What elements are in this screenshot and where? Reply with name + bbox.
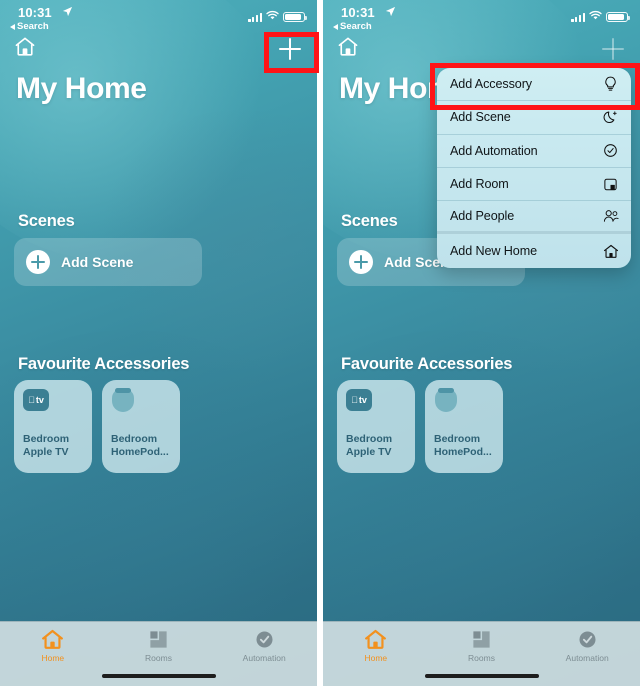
page-title: My Home xyxy=(16,72,147,105)
home-indicator[interactable] xyxy=(101,673,216,678)
scenes-section-title: Scenes xyxy=(18,212,75,230)
scenes-section-title: Scenes xyxy=(341,212,398,230)
add-button[interactable] xyxy=(602,38,624,60)
tab-home-label: Home xyxy=(41,653,65,663)
accessory-name-line2: HomePod... xyxy=(434,446,492,458)
automation-icon xyxy=(256,631,273,648)
tab-bar: Home Rooms Automation xyxy=(0,621,317,686)
home-filled-icon xyxy=(365,629,387,649)
clock-check-icon xyxy=(602,142,619,159)
back-label: Search xyxy=(340,21,372,32)
back-to-search-link[interactable]: Search xyxy=(10,21,49,32)
add-menu-popover: Add Accessory Add Scene Add Automation A… xyxy=(437,68,631,268)
accessory-tile-homepod[interactable]: Bedroom HomePod... xyxy=(102,380,180,473)
nav-bar xyxy=(323,34,640,68)
menu-item-label: Add New Home xyxy=(450,244,537,259)
tab-rooms-label: Rooms xyxy=(468,653,495,663)
apple-tv-icon: tv xyxy=(23,389,49,415)
tab-automation-label: Automation xyxy=(242,653,286,663)
apple-tv-icon: tv xyxy=(346,389,372,415)
phone-screen-left: 10:31 Search My Home Scenes Add Scene Fa… xyxy=(0,0,317,686)
room-square-icon xyxy=(602,176,619,193)
moon-stars-icon xyxy=(602,109,619,126)
accessory-name-line1: Bedroom xyxy=(23,433,70,445)
status-indicators xyxy=(571,8,630,26)
tab-automation-label: Automation xyxy=(565,653,609,663)
accessory-name-line1: Bedroom xyxy=(111,433,158,445)
phone-screen-right: 10:31 Search My Home Scenes Add Scene Fa… xyxy=(323,0,640,686)
status-bar: 10:31 Search xyxy=(0,0,317,34)
people-icon xyxy=(602,208,619,225)
accessory-tile-homepod[interactable]: Bedroom HomePod... xyxy=(425,380,503,473)
add-scene-card[interactable]: Add Scene xyxy=(14,238,202,286)
tab-home[interactable]: Home xyxy=(323,622,429,686)
favourite-accessory-tiles: tv Bedroom Apple TV Bedroom HomePod... xyxy=(14,380,180,473)
home-indicator[interactable] xyxy=(424,673,539,678)
tab-home[interactable]: Home xyxy=(0,622,106,686)
plus-circle-icon xyxy=(26,250,50,274)
add-scene-label: Add Scene xyxy=(61,254,134,270)
lightbulb-icon xyxy=(602,76,619,93)
tab-automation[interactable]: Automation xyxy=(211,622,317,686)
menu-item-label: Add People xyxy=(450,209,515,224)
accessory-name-line2: Apple TV xyxy=(346,446,392,458)
cellular-signal-icon xyxy=(248,12,262,22)
menu-item-label: Add Scene xyxy=(450,110,511,125)
tab-rooms-label: Rooms xyxy=(145,653,172,663)
accessory-tile-apple-tv[interactable]: tv Bedroom Apple TV xyxy=(14,380,92,473)
homepod-icon xyxy=(111,388,137,415)
back-label: Search xyxy=(17,21,49,32)
home-outline-icon xyxy=(602,243,619,260)
accessory-name-line2: Apple TV xyxy=(23,446,69,458)
home-filled-icon xyxy=(42,629,64,649)
menu-item-label: Add Room xyxy=(450,177,509,192)
cellular-signal-icon xyxy=(571,12,585,22)
homepod-icon xyxy=(434,388,460,415)
tab-bar: Home Rooms Automation xyxy=(323,621,640,686)
menu-item-label: Add Automation xyxy=(450,143,538,158)
status-indicators xyxy=(248,8,307,26)
status-bar: 10:31 Search xyxy=(323,0,640,34)
menu-item-add-accessory[interactable]: Add Accessory xyxy=(437,68,631,102)
back-triangle-icon xyxy=(10,23,15,30)
add-button[interactable] xyxy=(279,38,301,60)
accessory-tile-label: Bedroom Apple TV xyxy=(346,433,392,459)
battery-icon xyxy=(283,11,307,23)
menu-item-add-automation[interactable]: Add Automation xyxy=(437,135,631,168)
menu-item-add-scene[interactable]: Add Scene xyxy=(437,101,631,135)
battery-icon xyxy=(606,11,630,23)
automation-icon xyxy=(579,631,596,648)
home-icon[interactable] xyxy=(14,36,36,62)
favourites-section-title: Favourite Accessories xyxy=(18,355,190,373)
accessory-tile-label: Bedroom HomePod... xyxy=(111,433,169,459)
status-time: 10:31 xyxy=(341,5,375,20)
back-triangle-icon xyxy=(333,23,338,30)
accessory-name-line1: Bedroom xyxy=(346,433,393,445)
back-to-search-link[interactable]: Search xyxy=(333,21,372,32)
accessory-tile-apple-tv[interactable]: tv Bedroom Apple TV xyxy=(337,380,415,473)
menu-item-add-room[interactable]: Add Room xyxy=(437,168,631,202)
accessory-tile-label: Bedroom Apple TV xyxy=(23,433,69,459)
wifi-icon xyxy=(589,8,602,26)
accessory-tile-label: Bedroom HomePod... xyxy=(434,433,492,459)
plus-circle-icon xyxy=(349,250,373,274)
status-time: 10:31 xyxy=(18,5,52,20)
menu-item-label: Add Accessory xyxy=(450,77,532,92)
menu-item-add-people[interactable]: Add People xyxy=(437,201,631,235)
tab-home-label: Home xyxy=(364,653,388,663)
wifi-icon xyxy=(266,8,279,26)
accessory-name-line1: Bedroom xyxy=(434,433,481,445)
home-icon[interactable] xyxy=(337,36,359,62)
accessory-name-line2: HomePod... xyxy=(111,446,169,458)
menu-item-add-new-home[interactable]: Add New Home xyxy=(437,234,631,267)
tab-automation[interactable]: Automation xyxy=(534,622,640,686)
rooms-icon xyxy=(473,631,490,648)
rooms-icon xyxy=(150,631,167,648)
screenshot-stage: 10:31 Search My Home Scenes Add Scene Fa… xyxy=(0,0,640,686)
favourite-accessory-tiles: tv Bedroom Apple TV Bedroom HomePod... xyxy=(337,380,503,473)
favourites-section-title: Favourite Accessories xyxy=(341,355,513,373)
nav-bar xyxy=(0,34,317,68)
